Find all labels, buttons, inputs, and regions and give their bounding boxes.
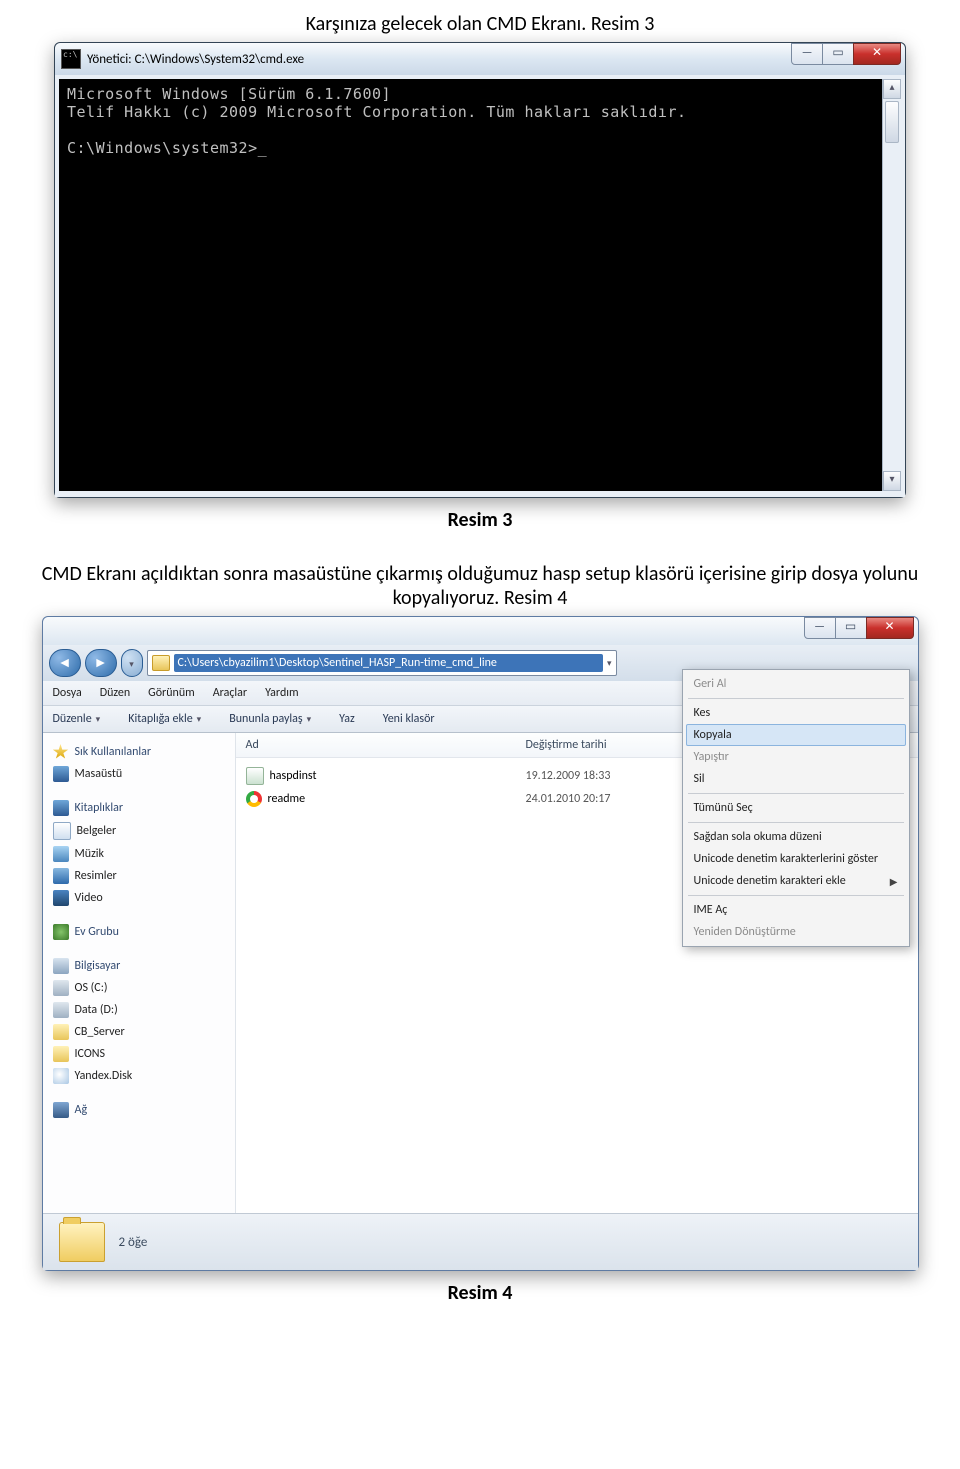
file-date: 24.01.2010 20:17	[526, 792, 686, 806]
sidebar-documents[interactable]: Belgeler	[53, 819, 231, 843]
ctx-cut[interactable]: Kes	[686, 702, 906, 724]
cmd-console-output[interactable]: Microsoft Windows [Sürüm 6.1.7600] Telif…	[59, 79, 882, 491]
star-icon	[53, 744, 69, 760]
ctx-undo[interactable]: Geri Al	[686, 673, 906, 695]
maximize-button[interactable]: ▭	[835, 617, 867, 639]
sidebar-network[interactable]: Ağ	[53, 1099, 231, 1121]
scroll-down-icon[interactable]: ▾	[883, 471, 901, 491]
sidebar-icons[interactable]: ICONS	[53, 1043, 231, 1065]
scroll-track[interactable]	[883, 145, 901, 471]
drive-icon	[53, 1002, 69, 1018]
scroll-up-icon[interactable]: ▴	[883, 79, 901, 99]
nav-history-dropdown[interactable]: ▾	[121, 649, 143, 677]
address-dropdown-icon[interactable]: ▾	[607, 658, 612, 669]
nav-back-button[interactable]: ◄	[49, 649, 81, 677]
picture-icon	[53, 868, 69, 884]
menu-help[interactable]: Yardım	[265, 686, 298, 700]
ctx-delete[interactable]: Sil	[686, 768, 906, 790]
address-bar[interactable]: C:\Users\cbyazilim1\Desktop\Sentinel_HAS…	[147, 650, 617, 676]
sidebar-yandex[interactable]: Yandex.Disk	[53, 1065, 231, 1087]
menu-tools[interactable]: Araçlar	[213, 686, 247, 700]
context-menu: Geri Al Kes Kopyala Yapıştır Sil Tümünü …	[682, 669, 910, 947]
file-name: readme	[268, 792, 306, 806]
menu-view[interactable]: Görünüm	[148, 686, 195, 700]
folder-icon	[53, 1046, 69, 1062]
cmd-scrollbar[interactable]: ▴ ▾	[882, 79, 901, 491]
sidebar-pictures[interactable]: Resimler	[53, 865, 231, 887]
column-name[interactable]: Ad	[246, 738, 526, 752]
sidebar-drive-c[interactable]: OS (C:)	[53, 977, 231, 999]
sidebar-cbserver[interactable]: CB_Server	[53, 1021, 231, 1043]
ctx-reconvert[interactable]: Yeniden Dönüştürme	[686, 921, 906, 943]
cmd-titlebar[interactable]: c:\ Yönetici: C:\Windows\System32\cmd.ex…	[55, 43, 905, 75]
cmd-title: Yönetici: C:\Windows\System32\cmd.exe	[87, 52, 304, 67]
folder-icon	[53, 1024, 69, 1040]
explorer-titlebar[interactable]: — ▭ ✕	[43, 617, 918, 645]
document-icon	[53, 822, 71, 840]
menu-file[interactable]: Dosya	[53, 686, 82, 700]
application-icon	[246, 767, 264, 785]
close-button[interactable]: ✕	[853, 43, 901, 65]
sidebar-video[interactable]: Video	[53, 887, 231, 909]
ctx-copy[interactable]: Kopyala	[686, 724, 906, 746]
ctx-paste[interactable]: Yapıştır	[686, 746, 906, 768]
toolbar-organize[interactable]: Düzenle ▾	[53, 712, 101, 726]
ctx-ime[interactable]: IME Aç	[686, 899, 906, 921]
sidebar-favorites[interactable]: Sık Kullanılanlar	[53, 741, 231, 763]
explorer-window: — ▭ ✕ ◄ ► ▾ C:\Users\cbyazilim1\Desktop\…	[42, 616, 919, 1271]
sidebar-libraries[interactable]: Kitaplıklar	[53, 797, 231, 819]
network-icon	[53, 1102, 69, 1118]
maximize-button[interactable]: ▭	[822, 43, 854, 65]
file-date: 19.12.2009 18:33	[526, 769, 686, 783]
ctx-show-unicode[interactable]: Unicode denetim karakterlerini göster	[686, 848, 906, 870]
minimize-button[interactable]: —	[804, 617, 836, 639]
folder-large-icon	[59, 1222, 105, 1262]
sidebar-computer[interactable]: Bilgisayar	[53, 955, 231, 977]
file-name: haspdinst	[270, 769, 317, 783]
video-icon	[53, 890, 69, 906]
menu-edit[interactable]: Düzen	[100, 686, 130, 700]
desktop-icon	[53, 766, 69, 782]
toolbar-newfolder[interactable]: Yeni klasör	[383, 712, 435, 726]
toolbar-burn[interactable]: Yaz	[339, 712, 355, 726]
status-text: 2 öğe	[119, 1235, 148, 1250]
sidebar-music[interactable]: Müzik	[53, 843, 231, 865]
sidebar-homegroup[interactable]: Ev Grubu	[53, 921, 231, 943]
ctx-selectall[interactable]: Tümünü Seç	[686, 797, 906, 819]
music-icon	[53, 846, 69, 862]
toolbar-share[interactable]: Bununla paylaş ▾	[229, 712, 311, 726]
sidebar-desktop[interactable]: Masaüstü	[53, 763, 231, 785]
explorer-statusbar: 2 öğe	[43, 1213, 918, 1270]
minimize-button[interactable]: —	[791, 43, 823, 65]
computer-icon	[53, 958, 69, 974]
chrome-icon	[246, 791, 262, 807]
nav-forward-button[interactable]: ►	[85, 649, 117, 677]
drive-icon	[53, 980, 69, 996]
library-icon	[53, 800, 69, 816]
intro-text-2: CMD Ekranı açıldıktan sonra masaüstüne ç…	[30, 562, 930, 610]
address-path[interactable]: C:\Users\cbyazilim1\Desktop\Sentinel_HAS…	[174, 654, 603, 672]
caption-resim4: Resim 4	[30, 1281, 930, 1305]
cmd-icon: c:\	[61, 49, 81, 69]
window-controls: — ▭ ✕	[792, 43, 901, 65]
caption-resim3: Resim 3	[30, 508, 930, 532]
explorer-sidebar: Sık Kullanılanlar Masaüstü Kitaplıklar B…	[43, 733, 236, 1213]
homegroup-icon	[53, 924, 69, 940]
window-controls: — ▭ ✕	[805, 617, 914, 639]
folder-icon	[152, 655, 170, 671]
intro-text-1: Karşınıza gelecek olan CMD Ekranı. Resim…	[30, 12, 930, 36]
close-button[interactable]: ✕	[866, 617, 914, 639]
explorer-content[interactable]: Ad Değiştirme tarihi haspdinst 19.12.200…	[236, 733, 918, 1213]
ctx-rtl[interactable]: Sağdan sola okuma düzeni	[686, 826, 906, 848]
scroll-thumb[interactable]	[885, 101, 899, 143]
column-date[interactable]: Değiştirme tarihi	[526, 738, 686, 752]
toolbar-add-library[interactable]: Kitaplığa ekle ▾	[128, 712, 201, 726]
chevron-right-icon: ▶	[890, 875, 898, 888]
cloud-icon	[53, 1068, 69, 1084]
cmd-window: c:\ Yönetici: C:\Windows\System32\cmd.ex…	[54, 42, 906, 498]
ctx-insert-unicode[interactable]: Unicode denetim karakteri ekle ▶	[686, 870, 906, 892]
sidebar-drive-d[interactable]: Data (D:)	[53, 999, 231, 1021]
